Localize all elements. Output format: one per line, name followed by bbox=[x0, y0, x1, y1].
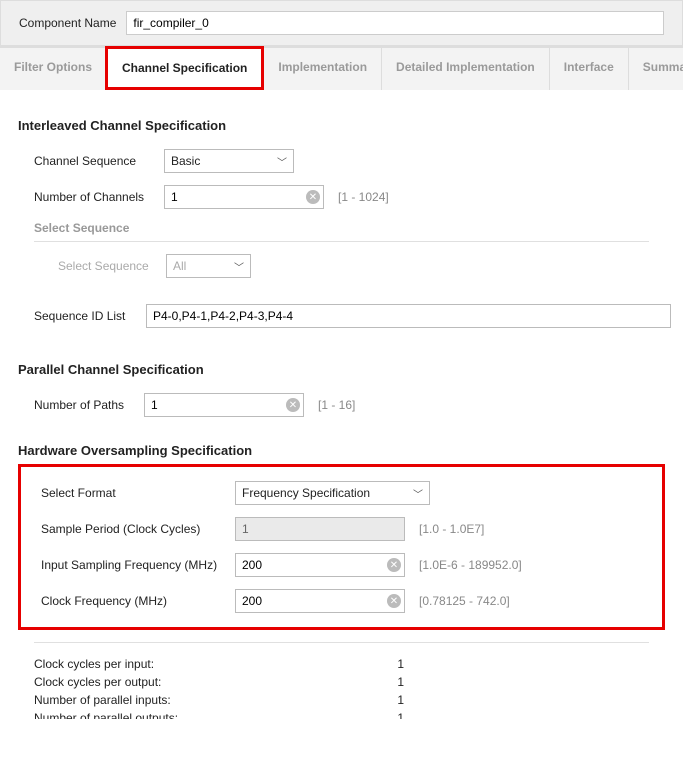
input-freq-label: Input Sampling Frequency (MHz) bbox=[41, 558, 235, 572]
num-channels-label: Number of Channels bbox=[34, 190, 164, 204]
clock-cycles-per-input-label: Clock cycles per input: bbox=[34, 657, 364, 671]
component-name-input[interactable] bbox=[126, 11, 664, 35]
sequence-id-input[interactable] bbox=[146, 304, 671, 328]
clear-icon[interactable]: ✕ bbox=[286, 398, 300, 412]
tab-detailed-implementation[interactable]: Detailed Implementation bbox=[382, 48, 550, 90]
sample-period-label: Sample Period (Clock Cycles) bbox=[41, 522, 235, 536]
select-sequence-value: All bbox=[173, 259, 186, 273]
sequence-id-label: Sequence ID List bbox=[34, 309, 146, 323]
clear-icon[interactable]: ✕ bbox=[387, 558, 401, 572]
select-sequence-label: Select Sequence bbox=[58, 259, 166, 273]
num-parallel-outputs-value: 1 bbox=[364, 711, 404, 717]
chevron-down-icon: ﹀ bbox=[234, 259, 244, 274]
tab-interface[interactable]: Interface bbox=[550, 48, 629, 90]
oversampling-highlight-box: Select Format Frequency Specification ﹀ … bbox=[18, 464, 665, 630]
num-parallel-outputs-label: Number of parallel outputs: bbox=[34, 711, 364, 717]
clock-cycles-per-output-label: Clock cycles per output: bbox=[34, 675, 364, 689]
divider bbox=[34, 642, 649, 643]
channel-sequence-value: Basic bbox=[171, 154, 200, 168]
tab-bar: Filter Options Channel Specification Imp… bbox=[0, 46, 683, 90]
clear-icon[interactable]: ✕ bbox=[306, 190, 320, 204]
oversampling-section-title: Hardware Oversampling Specification bbox=[10, 433, 673, 460]
num-paths-hint: [1 - 16] bbox=[318, 398, 355, 412]
clock-freq-label: Clock Frequency (MHz) bbox=[41, 594, 235, 608]
chevron-down-icon: ﹀ bbox=[413, 486, 423, 501]
clock-freq-input[interactable] bbox=[235, 589, 405, 613]
tab-filter-options[interactable]: Filter Options bbox=[0, 48, 107, 90]
num-parallel-inputs-value: 1 bbox=[364, 693, 404, 707]
input-freq-input[interactable] bbox=[235, 553, 405, 577]
clock-cycles-per-output-value: 1 bbox=[364, 675, 404, 689]
clock-cycles-per-input-value: 1 bbox=[364, 657, 404, 671]
channel-sequence-select[interactable]: Basic ﹀ bbox=[164, 149, 294, 173]
input-freq-hint: [1.0E-6 - 189952.0] bbox=[419, 558, 522, 572]
num-channels-input[interactable] bbox=[164, 185, 324, 209]
num-paths-label: Number of Paths bbox=[34, 398, 144, 412]
num-parallel-inputs-label: Number of parallel inputs: bbox=[34, 693, 364, 707]
select-sequence-header: Select Sequence bbox=[34, 221, 649, 242]
sample-period-hint: [1.0 - 1.0E7] bbox=[419, 522, 484, 536]
tab-implementation[interactable]: Implementation bbox=[264, 48, 382, 90]
select-format-label: Select Format bbox=[41, 486, 235, 500]
parallel-section-title: Parallel Channel Specification bbox=[10, 352, 673, 387]
content-area: Interleaved Channel Specification Channe… bbox=[0, 90, 683, 719]
select-sequence-select[interactable]: All ﹀ bbox=[166, 254, 251, 278]
sample-period-input bbox=[235, 517, 405, 541]
component-name-label: Component Name bbox=[19, 16, 116, 30]
select-format-value: Frequency Specification bbox=[242, 486, 370, 500]
tab-channel-specification[interactable]: Channel Specification bbox=[105, 46, 264, 90]
interleaved-section-title: Interleaved Channel Specification bbox=[10, 108, 673, 143]
tab-summary[interactable]: Summary bbox=[629, 48, 683, 90]
num-paths-input[interactable] bbox=[144, 393, 304, 417]
clear-icon[interactable]: ✕ bbox=[387, 594, 401, 608]
select-format-select[interactable]: Frequency Specification ﹀ bbox=[235, 481, 430, 505]
channel-sequence-label: Channel Sequence bbox=[34, 154, 164, 168]
clock-freq-hint: [0.78125 - 742.0] bbox=[419, 594, 510, 608]
num-channels-hint: [1 - 1024] bbox=[338, 190, 389, 204]
chevron-down-icon: ﹀ bbox=[277, 154, 287, 169]
component-name-bar: Component Name bbox=[0, 0, 683, 46]
